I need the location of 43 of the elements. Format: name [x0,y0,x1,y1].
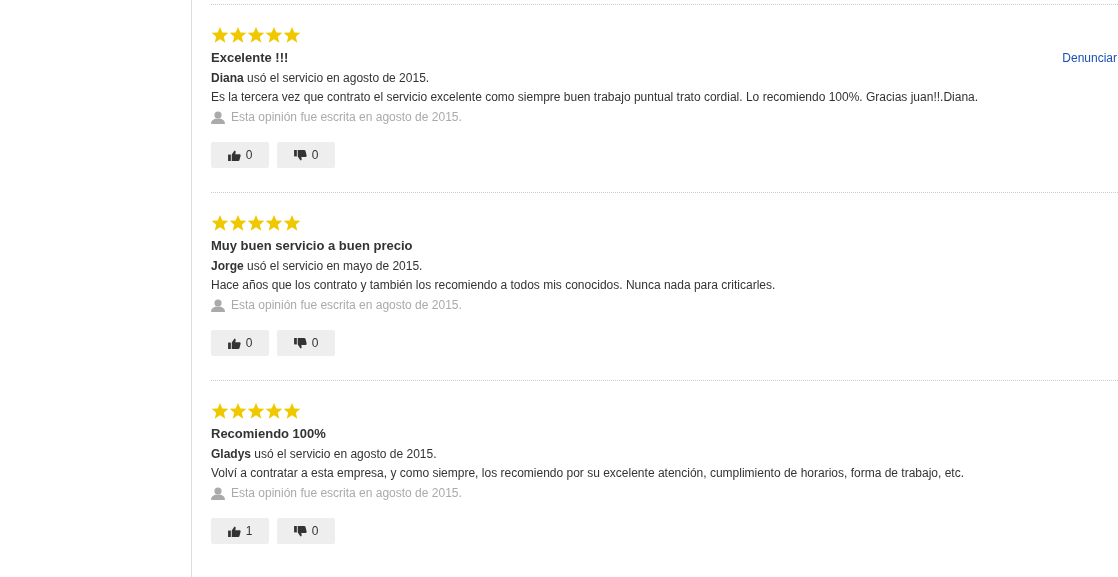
review-text: Hace años que los contrato y también los recomiendo a todos mis conocidos. Nunca nada para criticarles. [211,278,777,292]
thumbs-down-icon [293,149,307,161]
dislike-button[interactable]: 0 [277,142,335,168]
thumbs-down-icon [293,525,307,537]
review-date: Esta opinión fue escrita en agosto de 2015. [231,486,462,500]
star-icon [265,26,283,44]
dislike-button[interactable]: 0 [277,518,335,544]
thumbs-up-icon [227,525,241,537]
star-icon [229,26,247,44]
report-link[interactable]: Denunciar [1062,51,1117,65]
review-text: Volví a contratar a esta empresa, y como siempre, los recomiendo por su excelente atención, cumplimiento de horarios, forma de trabajo, etc. [211,466,966,480]
star-icon [265,214,283,232]
review-title: Muy buen servicio a buen precio [211,238,413,253]
dislike-button[interactable]: 0 [277,330,335,356]
review-title: Recomiendo 100% [211,426,326,441]
star-icon [283,214,301,232]
review-text: Es la tercera vez que contrato el servicio excelente como siempre buen trabajo puntual trato cordial. Lo recomiendo 100%. Gracias juan!!.Diana. [211,90,980,104]
thumbs-up-icon [227,337,241,349]
user-icon [211,298,225,312]
review-date: Esta opinión fue escrita en agosto de 2015. [231,110,462,124]
user-icon [211,486,225,500]
thumbs-up-icon [227,149,241,161]
like-button[interactable]: 1 [211,518,269,544]
star-icon [265,402,283,420]
star-icon [247,402,265,420]
thumbs-down-icon [293,337,307,349]
star-icon [229,214,247,232]
star-icon [247,26,265,44]
review-date: Esta opinión fue escrita en agosto de 2015. [231,298,462,312]
star-icon [211,214,229,232]
reviewer-line: Gladys usó el servicio en agosto de 2015. [211,447,438,461]
star-icon [211,402,229,420]
star-icon [283,26,301,44]
review-title: Excelente !!! [211,50,289,65]
reviewer-line: Jorge usó el servicio en mayo de 2015. [211,259,424,273]
star-icon [283,402,301,420]
star-icon [247,214,265,232]
user-icon [211,110,225,124]
star-icon [211,26,229,44]
star-icon [229,402,247,420]
reviewer-line: Diana usó el servicio en agosto de 2015. [211,71,431,85]
like-button[interactable]: 0 [211,330,269,356]
like-button[interactable]: 0 [211,142,269,168]
